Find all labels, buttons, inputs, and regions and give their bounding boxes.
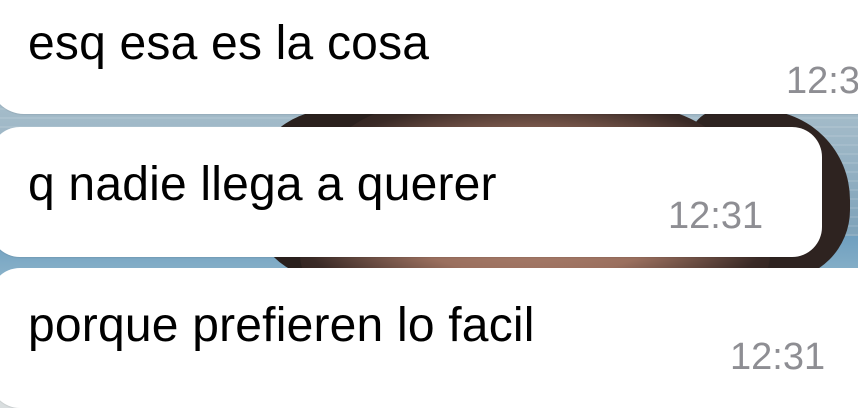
- message-bubble[interactable]: esq esa es la cosa 12:3: [0, 0, 858, 114]
- message-timestamp: 12:3: [786, 60, 858, 102]
- message-timestamp: 12:31: [730, 336, 826, 378]
- message-text: esq esa es la cosa: [28, 17, 430, 70]
- message-text: q nadie llega a querer: [28, 158, 497, 211]
- message-bubble[interactable]: porque prefieren lo facil 12:31: [0, 268, 858, 408]
- message-timestamp: 12:31: [668, 195, 764, 237]
- message-text: porque prefieren lo facil: [28, 299, 535, 352]
- message-bubble[interactable]: q nadie llega a querer 12:31: [0, 127, 822, 257]
